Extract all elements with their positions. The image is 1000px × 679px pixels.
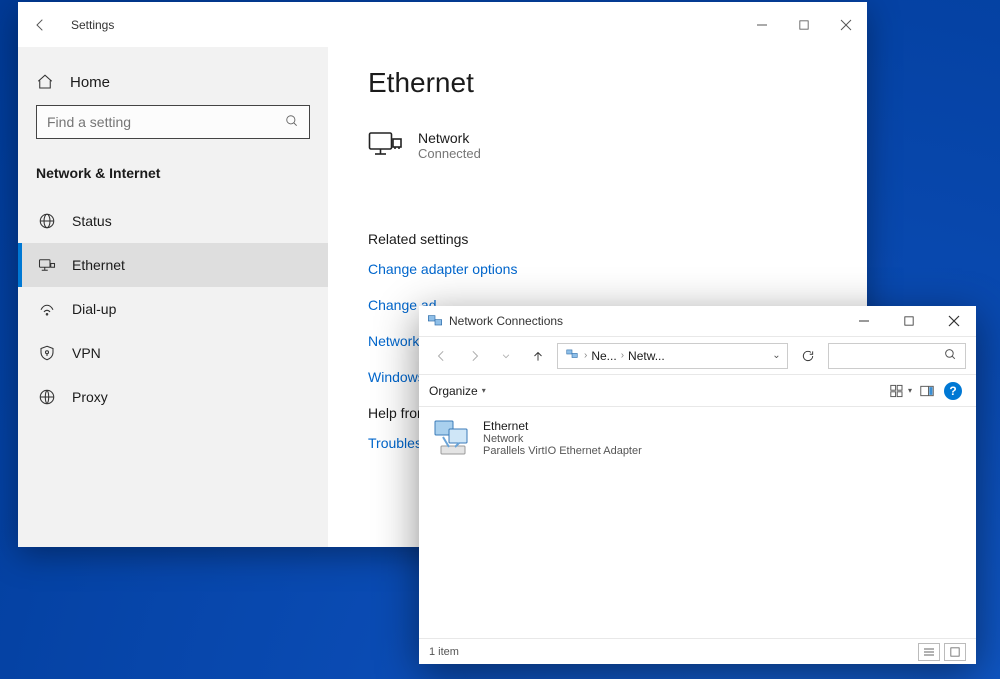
details-view-button[interactable]: [918, 643, 940, 661]
adapter-name: Ethernet: [483, 419, 642, 433]
explorer-toolbar: Organize ▾ ▾ ?: [419, 375, 976, 407]
adapter-device: Parallels VirtIO Ethernet Adapter: [483, 445, 642, 457]
status-icon: [38, 212, 56, 230]
sidebar-item-dialup[interactable]: Dial-up: [18, 287, 328, 331]
nav-forward-button[interactable]: [461, 343, 487, 369]
page-title: Ethernet: [368, 67, 827, 99]
nav-recent-button[interactable]: [493, 343, 519, 369]
minimize-button[interactable]: [741, 10, 783, 40]
organize-menu[interactable]: Organize ▾: [429, 384, 486, 398]
sidebar-item-label: Proxy: [72, 389, 108, 405]
dropdown-caret-icon: ▾: [482, 386, 486, 395]
status-item-count: 1 item: [429, 646, 459, 658]
settings-sidebar: Home Network & Internet Status Ethern: [18, 47, 328, 547]
settings-search-input[interactable]: [47, 114, 285, 130]
nav-up-button[interactable]: [525, 343, 551, 369]
explorer-status-bar: 1 item: [419, 638, 976, 664]
sidebar-item-proxy[interactable]: Proxy: [18, 375, 328, 419]
dropdown-caret-icon: ▾: [908, 386, 912, 395]
explorer-maximize-button[interactable]: [886, 306, 931, 336]
explorer-address-bar: › Ne... › Netw... ⌄: [419, 337, 976, 375]
organize-label: Organize: [429, 384, 478, 398]
explorer-window-title: Network Connections: [449, 314, 841, 328]
search-icon: [944, 348, 957, 364]
network-card[interactable]: Network Connected: [368, 129, 827, 161]
chevron-down-icon[interactable]: ⌄: [772, 350, 780, 361]
explorer-minimize-button[interactable]: [841, 306, 886, 336]
sidebar-item-label: Dial-up: [72, 301, 116, 317]
network-monitor-icon: [368, 129, 400, 161]
explorer-close-button[interactable]: [931, 306, 976, 336]
settings-search[interactable]: [36, 105, 310, 139]
link-change-adapter-options[interactable]: Change adapter options: [368, 261, 827, 277]
sidebar-item-label: Status: [72, 213, 112, 229]
refresh-button[interactable]: [794, 343, 822, 369]
network-status: Connected: [418, 146, 481, 161]
vpn-icon: [38, 344, 56, 362]
maximize-button[interactable]: [783, 10, 825, 40]
preview-pane-button[interactable]: [914, 378, 940, 404]
breadcrumb-seg-2[interactable]: Netw...: [628, 349, 665, 363]
sidebar-item-label: Ethernet: [72, 257, 125, 273]
search-icon: [285, 114, 299, 131]
ethernet-icon: [38, 256, 56, 274]
sidebar-item-vpn[interactable]: VPN: [18, 331, 328, 375]
sidebar-item-status[interactable]: Status: [18, 199, 328, 243]
back-button[interactable]: [18, 2, 63, 47]
explorer-content: Ethernet Network Parallels VirtIO Ethern…: [419, 407, 976, 638]
explorer-window: Network Connections › Ne...: [419, 306, 976, 664]
explorer-search[interactable]: [828, 343, 966, 369]
breadcrumb[interactable]: › Ne... › Netw... ⌄: [557, 343, 788, 369]
explorer-title-bar: Network Connections: [419, 306, 976, 337]
breadcrumb-root-icon: [564, 347, 580, 364]
settings-title-bar: Settings: [18, 2, 867, 47]
sidebar-item-label: VPN: [72, 345, 101, 361]
chevron-right-icon: ›: [584, 350, 587, 361]
sidebar-item-ethernet[interactable]: Ethernet: [18, 243, 328, 287]
related-settings-header: Related settings: [368, 231, 827, 247]
adapter-network: Network: [483, 433, 642, 445]
sidebar-section-header: Network & Internet: [36, 157, 310, 199]
help-button[interactable]: ?: [940, 378, 966, 404]
network-name: Network: [418, 130, 481, 146]
adapter-item-ethernet[interactable]: Ethernet Network Parallels VirtIO Ethern…: [431, 419, 691, 459]
app-title: Settings: [71, 18, 114, 32]
proxy-icon: [38, 388, 56, 406]
adapter-icon: [431, 419, 471, 459]
dialup-icon: [38, 300, 56, 318]
home-label: Home: [70, 74, 110, 91]
close-button[interactable]: [825, 10, 867, 40]
view-options-button[interactable]: ▾: [888, 378, 914, 404]
nav-back-button[interactable]: [429, 343, 455, 369]
help-icon: ?: [944, 382, 962, 400]
large-icons-view-button[interactable]: [944, 643, 966, 661]
home-icon: [36, 73, 54, 91]
network-connections-icon: [427, 313, 443, 329]
breadcrumb-seg-1[interactable]: Ne...: [591, 349, 616, 363]
chevron-right-icon: ›: [621, 350, 624, 361]
sidebar-home[interactable]: Home: [36, 65, 310, 105]
